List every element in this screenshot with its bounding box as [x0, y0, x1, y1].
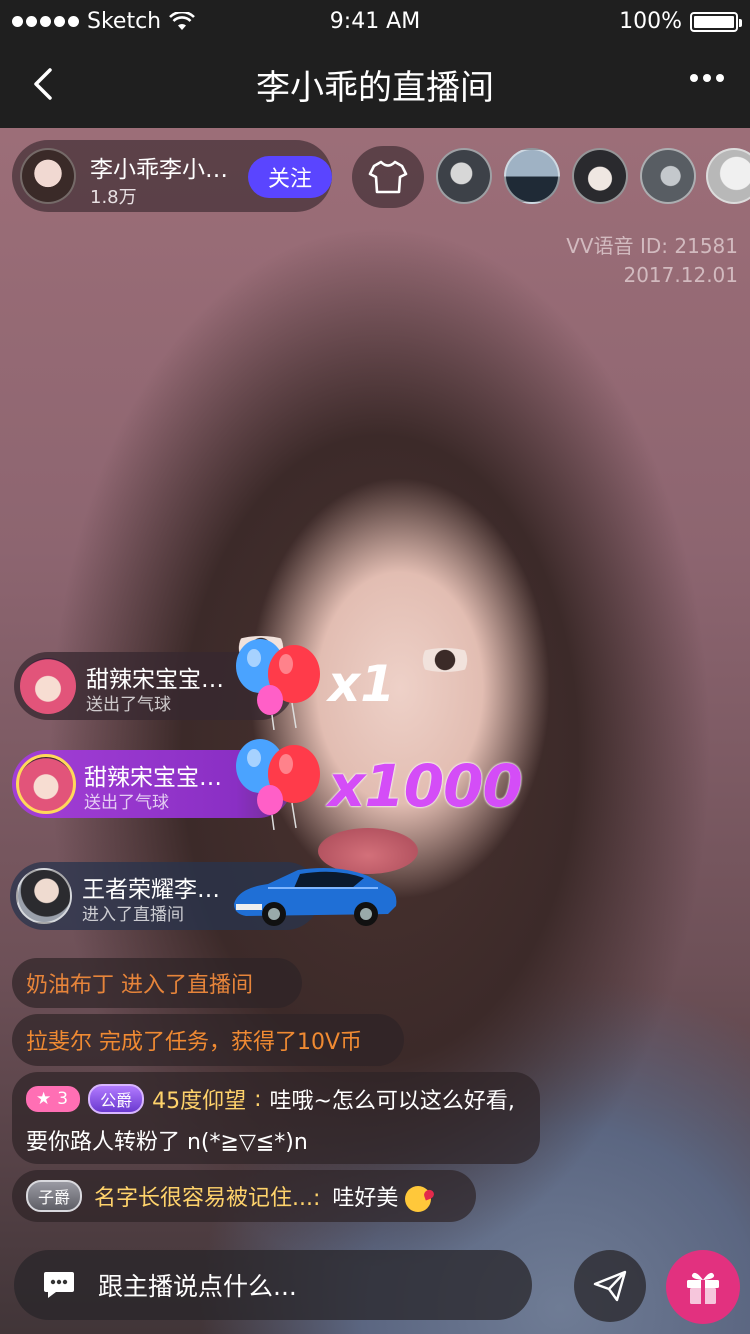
chat-message: 子爵 名字长很容易被记住...: 哇好美 — [12, 1170, 476, 1222]
chat-separator: : — [312, 1186, 321, 1211]
host-avatar[interactable] — [20, 148, 76, 204]
kiss-emoji-icon — [405, 1186, 432, 1212]
level-value: 3 — [57, 1089, 69, 1109]
balloon-icon — [236, 639, 320, 730]
sports-car-icon — [234, 868, 397, 926]
follow-button[interactable]: 关注 — [248, 156, 332, 198]
host-name: 李小乖李小乖李小乖 — [90, 157, 240, 183]
send-button[interactable] — [574, 1250, 646, 1322]
noble-medal-badge: 公爵 — [88, 1084, 145, 1114]
gift-multiplier: x1 — [328, 655, 396, 713]
host-fans-count: 1.8万 — [90, 187, 137, 208]
chat-username[interactable]: 名字长很容易被记住... — [94, 1186, 313, 1211]
visitor-name: 王者荣耀李白白 — [82, 877, 232, 903]
chat-text: 完成了任务，获得了10V币 — [99, 1030, 363, 1055]
host-card[interactable]: 李小乖李小乖李小乖 1.8万 关注 — [12, 140, 332, 212]
viewer-avatar[interactable] — [504, 148, 560, 204]
status-bar: Sketch 9:41 AM 100% — [0, 0, 750, 40]
comment-input[interactable]: 跟主播说点什么... — [14, 1250, 532, 1320]
nav-bar: 李小乖的直播间 — [0, 40, 750, 128]
battery-icon — [690, 11, 742, 32]
gift-multiplier: x1000 — [328, 752, 523, 820]
gift-action: 送出了气球 — [84, 793, 169, 813]
chat-bubble-icon — [44, 1272, 74, 1298]
page-title: 李小乖的直播间 — [256, 68, 494, 108]
room-id: VV语音 ID: 21581 — [566, 234, 738, 258]
more-button[interactable] — [690, 74, 724, 82]
room-watermark: VV语音 ID: 21581 2017.12.01 — [566, 232, 738, 290]
chat-username[interactable]: 奶油布丁 — [26, 967, 114, 999]
top-bar: Sketch 9:41 AM 100% 李小乖的直播间 — [0, 0, 750, 128]
streamer-eye — [412, 648, 478, 672]
paper-plane-icon — [593, 1270, 627, 1302]
balloon-icon — [236, 739, 320, 830]
viewer-avatar[interactable] — [706, 148, 750, 204]
viewer-avatar-overflow — [706, 148, 750, 204]
shirt-icon — [368, 160, 408, 194]
chat-username[interactable]: 45度仰望 — [152, 1083, 246, 1115]
chat-text-continued: 要你路人转粉了 n(*≧▽≦*)n — [26, 1130, 308, 1155]
gift-button[interactable] — [666, 1250, 740, 1324]
wardrobe-button[interactable] — [352, 146, 424, 208]
battery-percent: 100% — [619, 9, 682, 34]
sender-avatar[interactable] — [16, 754, 76, 814]
level-badge: ★ 3 — [26, 1086, 81, 1112]
sender-name: 甜辣宋宝宝宝宝 — [84, 765, 234, 791]
chat-separator: : — [254, 1086, 262, 1112]
gift-action: 送出了气球 — [86, 695, 171, 715]
chat-text: 哇哦~怎么可以这么好看, — [269, 1089, 515, 1114]
medal-label: 公爵 — [100, 1091, 133, 1110]
comment-placeholder: 跟主播说点什么... — [98, 1272, 297, 1301]
star-icon: ★ — [36, 1089, 52, 1109]
chat-system-message: 拉斐尔 完成了任务，获得了10V币 — [12, 1014, 404, 1066]
chat-username[interactable]: 拉斐尔 — [26, 1024, 92, 1056]
room-date: 2017.12.01 — [623, 263, 738, 287]
viewer-avatars — [436, 148, 696, 204]
viewer-avatar[interactable] — [572, 148, 628, 204]
chat-text: 哇好美 — [332, 1186, 399, 1211]
entry-action: 进入了直播间 — [82, 905, 184, 925]
noble-medal-badge: 子爵 — [26, 1180, 82, 1212]
sender-avatar[interactable] — [20, 658, 76, 714]
gift-box-icon — [687, 1272, 719, 1304]
medal-label: 子爵 — [37, 1188, 70, 1207]
viewer-avatar[interactable] — [640, 148, 696, 204]
chat-system-message: 奶油布丁 进入了直播间 — [12, 958, 302, 1008]
viewer-avatar[interactable] — [436, 148, 492, 204]
chat-message: ★ 3 公爵 45度仰望: 哇哦~怎么可以这么好看, 要你路人转粉了 n(*≧▽… — [12, 1072, 540, 1164]
visitor-avatar[interactable] — [16, 868, 72, 924]
sender-name: 甜辣宋宝宝宝宝 — [86, 667, 236, 693]
chat-text: 进入了直播间 — [121, 973, 254, 998]
